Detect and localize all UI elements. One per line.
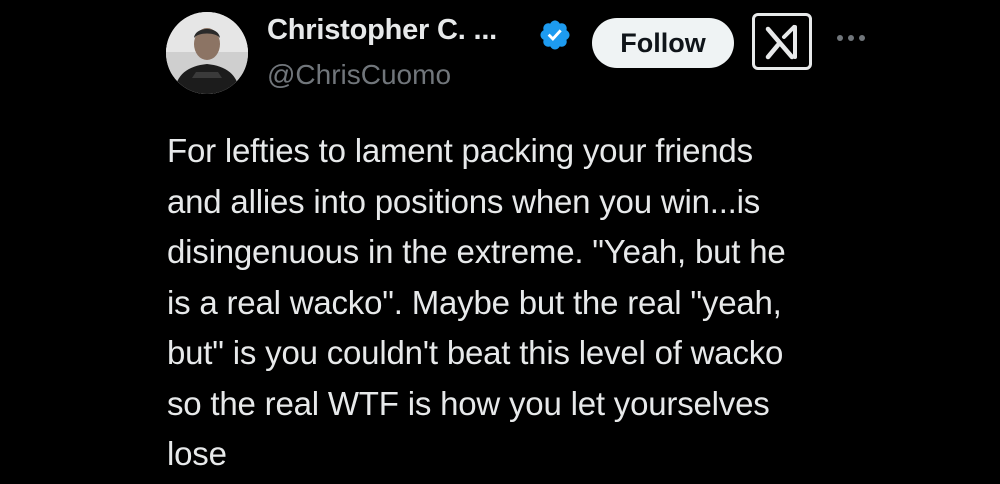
avatar[interactable] (166, 12, 248, 94)
user-handle[interactable]: @ChrisCuomo (267, 59, 451, 91)
tweet-line: is a real wacko". Maybe but the real "ye… (167, 283, 782, 321)
tweet-line: disingenuous in the extreme. "Yeah, but … (167, 233, 786, 270)
display-name[interactable]: Christopher C. ... (267, 14, 497, 47)
more-options-button[interactable] (834, 26, 868, 50)
tweet-line: lose (167, 435, 227, 472)
follow-button[interactable]: Follow (592, 18, 734, 68)
verified-badge-icon (540, 20, 570, 50)
profile-photo-icon (166, 12, 248, 94)
tweet-line: For lefties to lament packing your frien… (167, 132, 753, 169)
grok-button[interactable] (752, 13, 812, 70)
more-options-icon (837, 35, 865, 41)
tweet-text: For lefties to lament packing your frien… (167, 126, 987, 480)
tweet-line: and allies into positions when you win..… (167, 182, 761, 220)
tweet-line: so the real WTF is how you let yourselve… (167, 384, 770, 422)
grok-icon (765, 24, 797, 59)
tweet-line: but" is you couldn't beat this level of … (167, 334, 784, 371)
